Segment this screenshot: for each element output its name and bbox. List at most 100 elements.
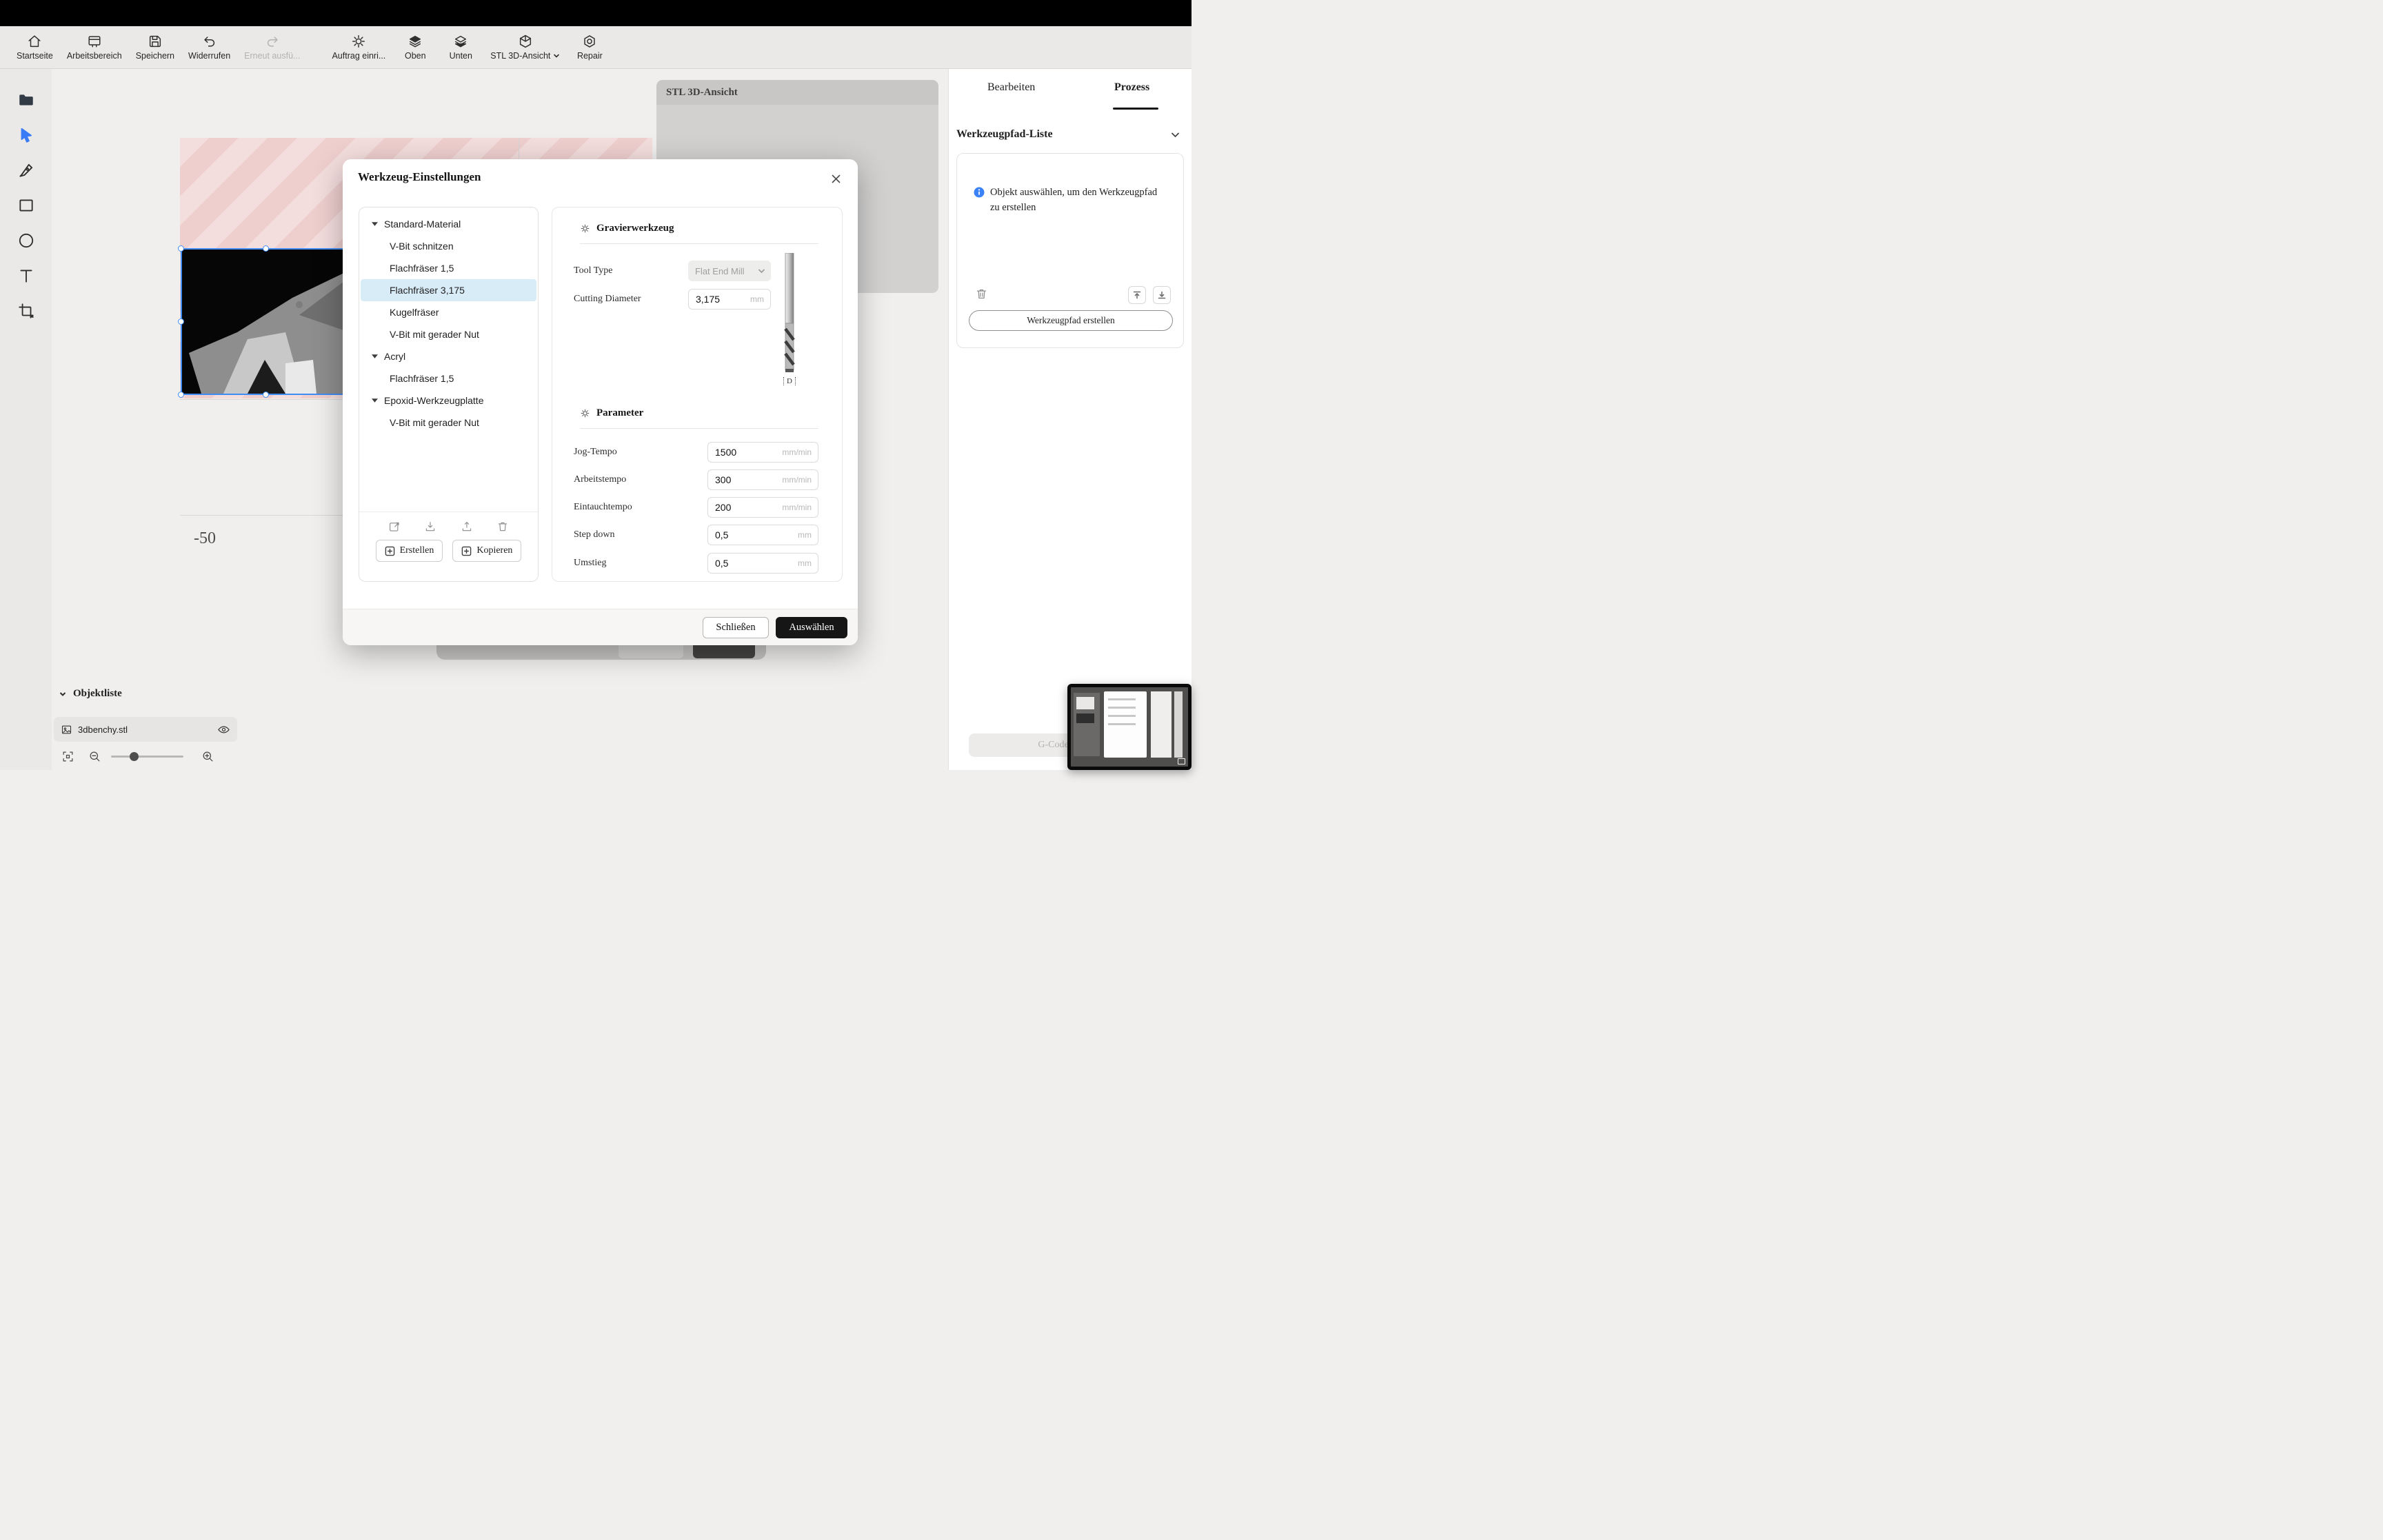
selection-handle[interactable] — [178, 392, 184, 398]
eye-icon[interactable] — [217, 723, 230, 736]
job-setup-button[interactable]: Auftrag einri... — [332, 34, 385, 61]
fit-screen-button[interactable] — [61, 750, 74, 763]
tab-prozess[interactable]: Prozess — [1114, 81, 1149, 94]
step-down-input[interactable] — [708, 525, 777, 545]
save-button[interactable]: Speichern — [136, 34, 174, 61]
export-icon[interactable] — [461, 520, 473, 533]
preview-image-dark — [1076, 713, 1094, 723]
empty-toolpath-hint: Objekt auswählen, um den Werkzeugpfad zu… — [974, 185, 1167, 216]
tree-group[interactable]: Acryl — [361, 345, 536, 367]
image-icon — [61, 724, 72, 736]
close-button[interactable]: Schließen — [703, 617, 769, 638]
selection-handle[interactable] — [263, 245, 269, 252]
stepover-field[interactable]: mm — [707, 553, 818, 574]
jog-speed-field[interactable]: mm/min — [707, 442, 818, 463]
tree-item[interactable]: Flachfräser 1,5 — [361, 257, 536, 279]
toolbar-label: Startseite — [17, 51, 53, 61]
tree-item-selected[interactable]: Flachfräser 3,175 — [361, 279, 536, 301]
move-down-button[interactable] — [1153, 286, 1171, 304]
divider — [580, 243, 818, 244]
redo-icon — [265, 34, 280, 49]
selected-object[interactable] — [181, 248, 351, 395]
screen-preview-pip[interactable] — [1067, 684, 1192, 770]
tree-item[interactable]: V-Bit mit gerader Nut — [361, 323, 536, 345]
param-label: Umstieg — [574, 558, 606, 568]
select-button[interactable]: Auswählen — [776, 617, 847, 638]
jog-speed-input[interactable] — [708, 443, 777, 462]
object-list-item[interactable]: 3dbenchy.stl — [54, 717, 237, 742]
plunge-speed-input[interactable] — [708, 498, 777, 517]
main-toolbar: Startseite Arbeitsbereich Speichern Wide… — [0, 26, 1192, 69]
create-tool-button[interactable]: Erstellen — [376, 540, 443, 562]
tree-item[interactable]: V-Bit schnitzen — [361, 235, 536, 257]
rectangle-tool-icon[interactable] — [17, 196, 35, 214]
zoom-in-button[interactable] — [201, 750, 214, 763]
zoom-slider-knob[interactable] — [130, 752, 139, 761]
step-down-field[interactable]: mm — [707, 525, 818, 545]
trash-icon[interactable] — [496, 520, 509, 533]
toolbar-label: Oben — [405, 51, 426, 61]
tree-item[interactable]: Flachfräser 1,5 — [361, 367, 536, 389]
tree-item-label: V-Bit mit gerader Nut — [390, 417, 479, 428]
diameter-letter: D — [787, 377, 792, 385]
tab-bearbeiten[interactable]: Bearbeiten — [987, 81, 1035, 94]
object-name: 3dbenchy.stl — [78, 725, 212, 735]
home-button[interactable]: Startseite — [17, 34, 53, 61]
tree-item[interactable]: Kugelfräser — [361, 301, 536, 323]
move-bottom-button[interactable]: Unten — [445, 34, 476, 61]
transform-tool-icon[interactable] — [17, 302, 35, 320]
parameter-section-title: Parameter — [596, 407, 643, 419]
zoom-slider-track[interactable] — [111, 756, 183, 758]
tree-group[interactable]: Standard-Material — [361, 213, 536, 235]
axis-label: -50 — [194, 529, 216, 548]
chevron-down-icon — [758, 267, 765, 275]
cutting-diameter-label: Cutting Diameter — [574, 294, 641, 304]
folder-icon[interactable] — [17, 91, 35, 109]
unit-label: mm/min — [782, 443, 812, 462]
preview-panel — [1151, 691, 1172, 758]
workspace-button[interactable]: Arbeitsbereich — [67, 34, 122, 61]
tree-group[interactable]: Epoxid-Werkzeugplatte — [361, 389, 536, 412]
copy-tool-button[interactable]: Kopieren — [452, 540, 521, 562]
select-tool-icon[interactable] — [17, 126, 35, 144]
delete-toolpath-button[interactable] — [975, 287, 988, 301]
tree-item[interactable]: V-Bit mit gerader Nut — [361, 412, 536, 434]
work-speed-field[interactable]: mm/min — [707, 469, 818, 490]
chevron-down-icon — [553, 52, 560, 59]
move-top-button[interactable]: Oben — [399, 34, 431, 61]
object-list-header[interactable]: Objektliste — [59, 688, 122, 700]
unit-label: mm — [750, 290, 764, 309]
arrow-down-bar-icon — [1157, 290, 1167, 300]
close-icon[interactable] — [827, 170, 844, 187]
pen-tool-icon[interactable] — [17, 161, 35, 179]
stepover-input[interactable] — [708, 554, 777, 573]
tree-item-label: Flachfräser 1,5 — [390, 263, 454, 274]
object-list-title: Objektliste — [73, 688, 122, 700]
chevron-down-icon — [59, 690, 67, 698]
tree-group-label: Standard-Material — [384, 219, 461, 230]
import-icon[interactable] — [424, 520, 436, 533]
work-speed-input[interactable] — [708, 470, 777, 489]
cutting-diameter-input[interactable] — [689, 290, 744, 309]
repair-button[interactable]: Repair — [574, 34, 605, 61]
tool-type-label: Tool Type — [574, 265, 613, 276]
move-up-button[interactable] — [1128, 286, 1146, 304]
selection-handle[interactable] — [178, 318, 184, 325]
plunge-speed-field[interactable]: mm/min — [707, 497, 818, 518]
create-toolpath-button[interactable]: Werkzeugpfad erstellen — [969, 310, 1173, 331]
cutting-diameter-field[interactable]: mm — [688, 289, 771, 310]
toolbar-label: Speichern — [136, 51, 174, 61]
copy-tool-label: Kopieren — [476, 545, 512, 556]
collapse-chevron-icon[interactable] — [1170, 130, 1180, 140]
preview-line — [1108, 723, 1136, 725]
ellipse-tool-icon[interactable] — [17, 232, 35, 250]
stl-view-dropdown[interactable]: STL 3D-Ansicht — [490, 34, 560, 61]
edit-icon[interactable] — [388, 520, 401, 533]
unit-label: mm — [798, 525, 812, 545]
undo-button[interactable]: Widerrufen — [188, 34, 230, 61]
zoom-out-button[interactable] — [88, 750, 101, 763]
redo-button: Erneut ausfü... — [244, 34, 300, 61]
selection-handle[interactable] — [263, 392, 269, 398]
selection-handle[interactable] — [178, 245, 184, 252]
text-tool-icon[interactable] — [17, 267, 35, 285]
